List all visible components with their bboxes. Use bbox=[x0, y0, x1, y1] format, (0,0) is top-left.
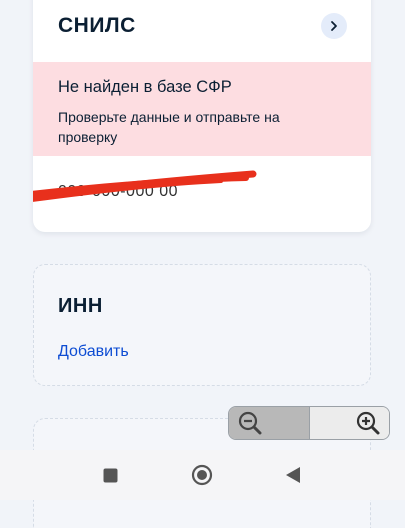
nav-recent-button[interactable] bbox=[103, 468, 118, 488]
triangle-back-icon bbox=[286, 467, 300, 483]
zoom-controls bbox=[228, 406, 390, 440]
alert-title: Не найден в базе СФР bbox=[58, 78, 232, 96]
nav-home-button[interactable] bbox=[191, 464, 213, 491]
inn-add-link[interactable]: Добавить bbox=[58, 343, 129, 361]
chevron-right-icon bbox=[331, 21, 337, 31]
zoom-out-icon bbox=[238, 411, 262, 435]
circle-icon bbox=[191, 464, 213, 486]
zoom-out-button[interactable] bbox=[229, 407, 309, 439]
redaction-scribble bbox=[33, 170, 257, 202]
snils-title: СНИЛС bbox=[58, 14, 136, 37]
snils-error-alert: Не найден в базе СФР Проверьте данные и … bbox=[33, 62, 371, 156]
alert-text: Проверьте данные и отправьте на проверку bbox=[58, 109, 280, 145]
square-icon bbox=[103, 468, 118, 483]
system-nav-bar bbox=[0, 450, 405, 500]
nav-back-button[interactable] bbox=[285, 466, 301, 489]
inn-card: ИНН Добавить bbox=[33, 264, 371, 386]
zoom-in-button[interactable] bbox=[308, 407, 389, 439]
zoom-in-icon bbox=[356, 411, 380, 435]
inn-title: ИНН bbox=[58, 295, 103, 317]
snils-open-button[interactable] bbox=[321, 13, 347, 39]
snils-card[interactable]: СНИЛС Не найден в базе СФР Проверьте дан… bbox=[33, 0, 371, 232]
